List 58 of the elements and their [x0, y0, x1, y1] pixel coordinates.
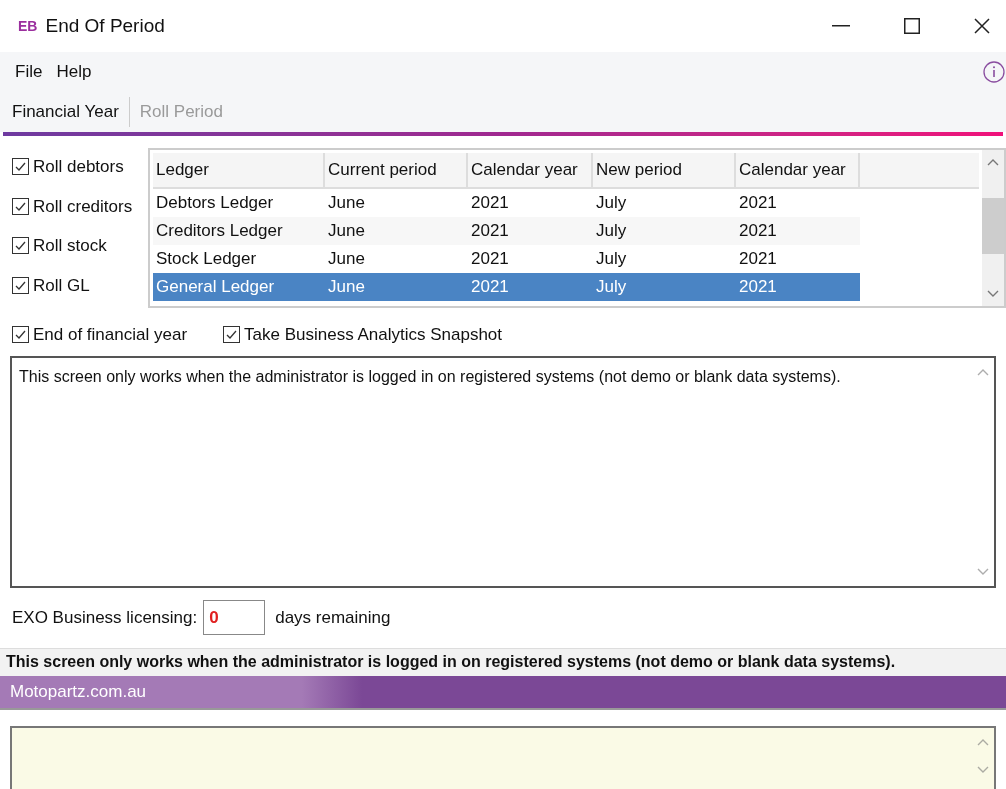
table-cell-text: July — [595, 247, 628, 270]
table-cell-text: June — [327, 275, 366, 298]
checkbox[interactable] — [12, 197, 29, 215]
column-header[interactable]: Current period — [325, 153, 468, 187]
table-cell-text: Stock Ledger — [155, 247, 258, 270]
checkbox[interactable] — [12, 276, 29, 294]
toolbar-tab[interactable]: Financial Year — [12, 99, 119, 125]
table-cell-text: 2021 — [738, 191, 778, 214]
table-cell-text: July — [595, 275, 628, 298]
window-title: End Of Period — [45, 13, 165, 38]
table-cell-text: June — [327, 191, 366, 214]
column-header[interactable]: New period — [593, 153, 736, 187]
table-cell-text: Debtors Ledger — [155, 191, 275, 214]
table-cell-text: June — [327, 219, 366, 242]
message-text: This screen only works when the administrator is logged in on registered systems (not demo or blank data systems). — [18, 366, 842, 387]
column-header[interactable]: Ledger — [153, 153, 325, 187]
info-icon[interactable] — [983, 61, 1005, 83]
scrollbar-thumb[interactable] — [982, 198, 1004, 254]
minimize-icon[interactable] — [832, 25, 850, 27]
table-cell-text: 2021 — [470, 191, 510, 214]
checkbox-label: End of financial year — [33, 324, 188, 346]
status-text: This screen only works when the administrator is logged in on registered systems (not demo or blank data systems). — [6, 652, 896, 672]
table-row[interactable]: General Ledger June 2021 July 2021 — [153, 272, 860, 301]
table-cell-text: July — [595, 219, 628, 242]
scrollbar[interactable] — [982, 150, 1004, 306]
close-icon[interactable] — [974, 18, 990, 34]
scroll-up-icon[interactable] — [987, 158, 999, 166]
table-cell-text: July — [595, 191, 628, 214]
table-cell-text: 2021 — [738, 219, 778, 242]
licensing-label: EXO Business licensing: — [12, 606, 198, 629]
app-logo: EB — [18, 16, 38, 36]
checkbox-label: Take Business Analytics Snapshot — [244, 324, 503, 346]
column-header[interactable]: Calendar year — [468, 153, 593, 187]
table-cell-text: 2021 — [470, 219, 510, 242]
checkbox[interactable] — [12, 237, 29, 255]
checkbox[interactable] — [12, 158, 29, 176]
days-field[interactable]: 0 — [203, 600, 266, 635]
checkbox-label: Roll GL — [33, 274, 90, 297]
scroll-down-icon[interactable] — [987, 290, 999, 298]
checkbox-label: Roll debtors — [33, 156, 124, 178]
menu-item[interactable]: Help — [56, 59, 92, 85]
checkbox-label: Roll creditors — [33, 195, 133, 218]
checkbox-label: Roll stock — [33, 235, 107, 257]
table-cell-text: 2021 — [470, 275, 510, 298]
table-cell-text: Creditors Ledger — [155, 219, 284, 242]
column-header[interactable]: Calendar year — [736, 153, 860, 187]
company-name: Motopartz.com.au — [10, 680, 147, 703]
table-cell-text: 2021 — [470, 247, 510, 270]
table-cell-text: 2021 — [738, 275, 778, 298]
maximize-icon[interactable] — [904, 18, 920, 34]
table-row[interactable]: Creditors Ledger June 2021 July 2021 — [153, 216, 860, 245]
table-cell-text: June — [327, 247, 366, 270]
licensing-suffix: days remaining — [275, 606, 391, 629]
menu-item[interactable]: File — [15, 59, 43, 85]
table-cell-text: General Ledger — [155, 275, 276, 298]
checkbox[interactable] — [223, 326, 241, 344]
checkbox[interactable] — [12, 326, 29, 344]
table-cell-text: 2021 — [738, 247, 778, 270]
